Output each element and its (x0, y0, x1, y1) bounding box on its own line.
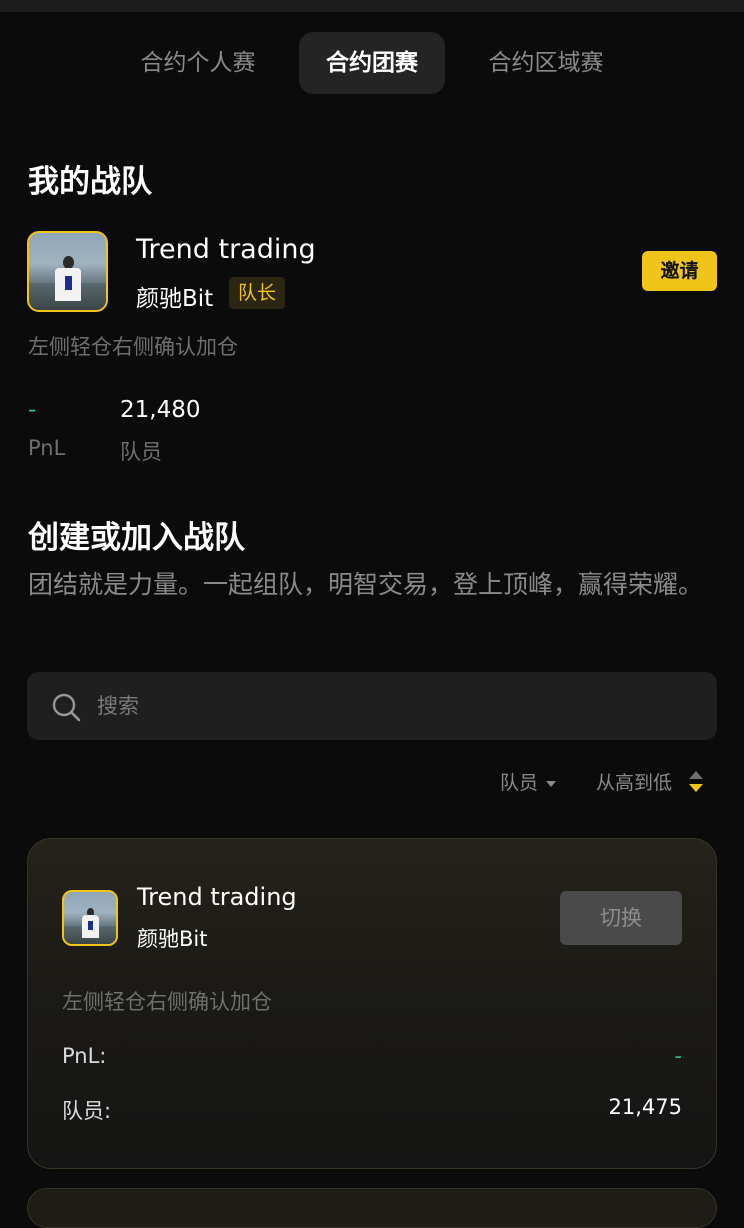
my-team-leader-name: 颜驰Bit (136, 286, 214, 312)
team-card-name: Trend trading (137, 883, 297, 911)
status-bar-strip (0, 0, 744, 12)
sort-descending-icon (689, 784, 703, 792)
leader-role-badge: 队长 (229, 277, 286, 309)
team-list-card-next (27, 1188, 717, 1228)
my-team-pnl-label: PnL (28, 436, 66, 460)
team-card-pnl-value: - (674, 1044, 682, 1068)
sort-ascending-icon (689, 771, 703, 779)
sort-order-label: 从高到低 (596, 772, 673, 794)
sort-field-label: 队员 (500, 772, 539, 794)
tab-team-contest[interactable]: 合约团赛 (299, 32, 445, 94)
tab-individual-contest[interactable]: 合约个人赛 (118, 32, 278, 94)
competition-tabs: 合约个人赛 合约团赛 合约区域赛 (0, 32, 744, 94)
sort-field-dropdown[interactable]: 队员 (500, 768, 557, 798)
sort-order-icon[interactable] (688, 771, 704, 795)
invite-button[interactable]: 邀请 (642, 251, 717, 291)
my-team-pnl-value: - (28, 397, 37, 423)
tab-regional-contest[interactable]: 合约区域赛 (466, 32, 626, 94)
team-card-members-label: 队员: (62, 1099, 112, 1123)
switch-team-button[interactable]: 切换 (560, 891, 682, 945)
create-join-heading: 创建或加入战队 (28, 520, 245, 556)
team-card-members-value: 21,475 (608, 1095, 682, 1119)
team-card-description: 左侧轻仓右侧确认加仓 (62, 990, 272, 1014)
my-team-name: Trend trading (136, 234, 316, 265)
create-join-slogan: 团结就是力量。一起组队，明智交易，登上顶峰，赢得荣耀。 (28, 570, 704, 599)
search-input[interactable] (97, 672, 697, 740)
my-team-members-label: 队员 (120, 440, 162, 464)
chevron-down-icon (546, 780, 557, 787)
team-card-avatar (62, 890, 118, 946)
team-avatar (27, 231, 108, 312)
search-icon (52, 693, 81, 722)
team-card-pnl-label: PnL: (62, 1044, 107, 1068)
my-team-heading: 我的战队 (28, 164, 152, 200)
my-team-members-value: 21,480 (120, 397, 201, 423)
sort-order-toggle[interactable]: 从高到低 (596, 768, 672, 798)
search-box[interactable] (27, 672, 717, 740)
my-team-description: 左侧轻仓右侧确认加仓 (28, 335, 238, 359)
team-card-leader-name: 颜驰Bit (137, 927, 208, 951)
team-list-card: Trend trading 颜驰Bit 切换 左侧轻仓右侧确认加仓 PnL: -… (27, 838, 717, 1169)
